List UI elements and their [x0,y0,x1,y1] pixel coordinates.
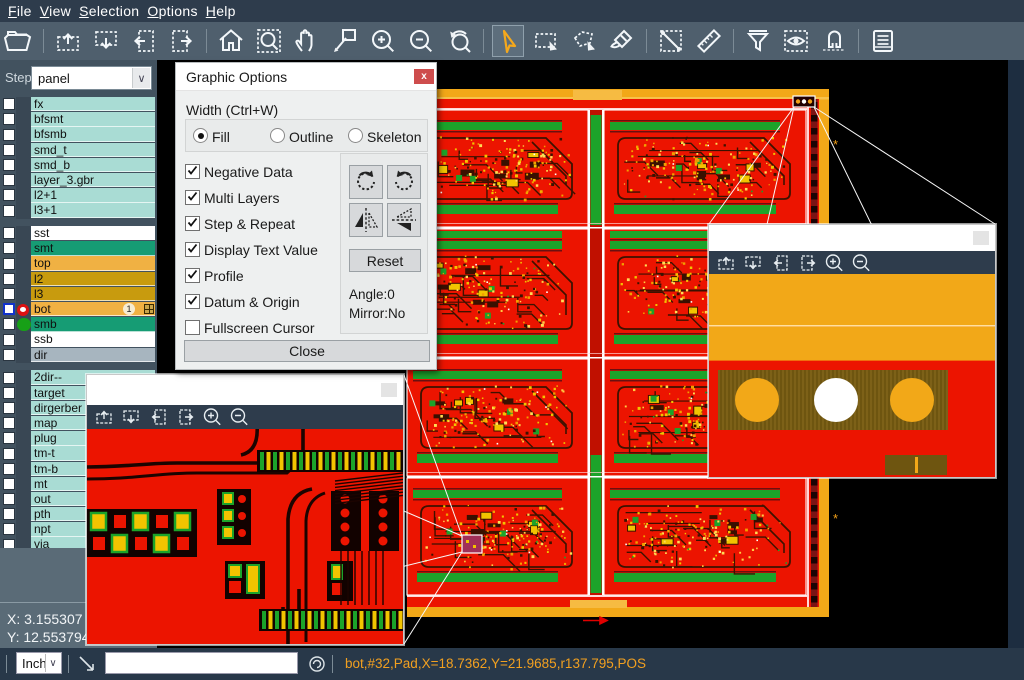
svg-text:*: * [833,137,838,152]
svg-text:*: * [833,511,838,526]
